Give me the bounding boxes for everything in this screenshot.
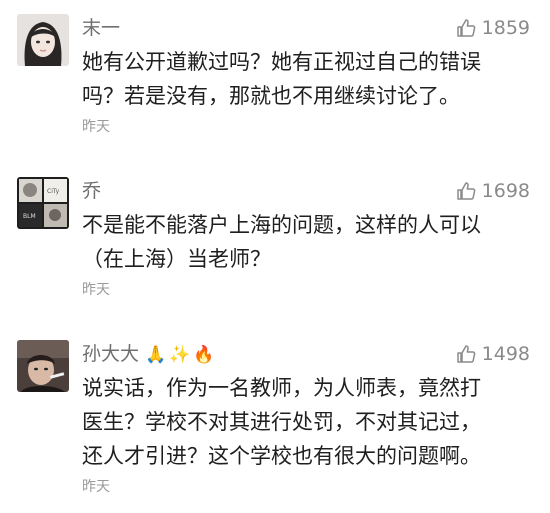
comment-text-line: 说实话，作为一名教师，为人师表，竟然打 xyxy=(82,376,481,400)
comment-text-line: 还人才引进？这个学校也有很大的问题啊。 xyxy=(82,444,481,468)
timestamp: 昨天 xyxy=(82,479,110,495)
user-badges: 🙏 ✨ 🔥 xyxy=(145,343,215,367)
like-count: 1498 xyxy=(481,343,530,365)
comment-text-line: 医生？学校不对其进行处罚，不对其记过， xyxy=(82,410,481,434)
fire-icon: 🔥 xyxy=(193,344,215,365)
sparkle-icon: ✨ xyxy=(169,344,191,365)
thumbs-up-icon xyxy=(456,344,476,364)
comment-item: 孙大大 🙏 ✨ 🔥 1498 说实话，作为一名教师，为人师表，竟然打 医生？学校不对其… xyxy=(0,0,550,513)
avatar[interactable] xyxy=(17,340,69,392)
comment-text: 说实话，作为一名教师，为人师表，竟然打 医生？学校不对其进行处罚，不对其记过， … xyxy=(82,371,534,473)
praying-hands-icon: 🙏 xyxy=(145,344,167,365)
avatar-image xyxy=(17,340,69,392)
like-button[interactable]: 1498 xyxy=(456,342,530,366)
username[interactable]: 孙大大 🙏 ✨ 🔥 xyxy=(82,342,215,367)
username-text: 孙大大 xyxy=(82,343,140,365)
